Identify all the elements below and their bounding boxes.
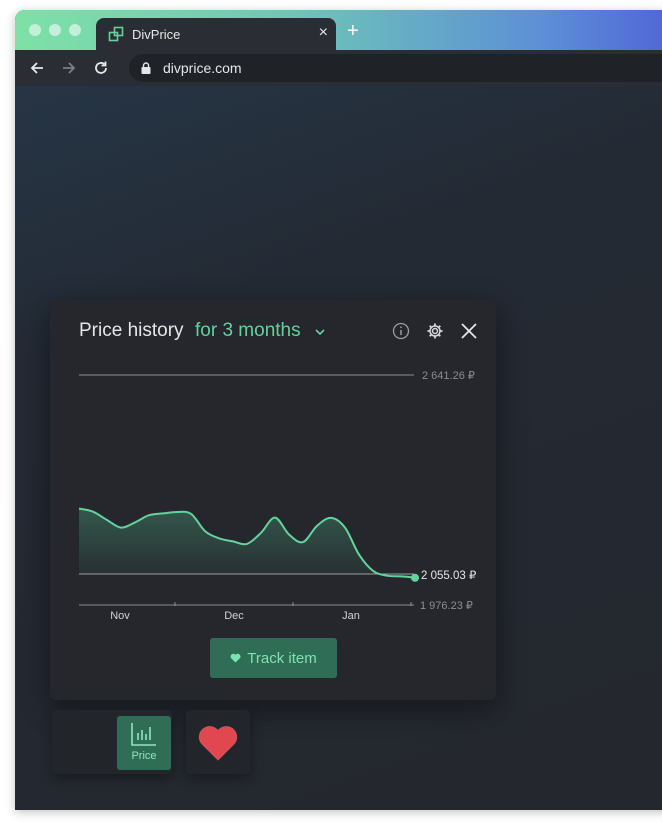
address-bar[interactable]: divprice.com [129, 54, 662, 82]
track-item-button[interactable]: Track item [210, 638, 337, 678]
url-text: divprice.com [163, 60, 242, 76]
reload-icon[interactable] [92, 59, 110, 77]
current-price-label: 2 055.03 ₽ [421, 570, 477, 582]
tab-divprice[interactable]: DivPrice × [96, 18, 336, 50]
bar-chart-icon [131, 723, 156, 746]
price-history-chart: 2 641.26 ₽ 2 055.03 ₽ 1 976.23 ₽ Nov Dec… [78, 370, 477, 622]
favorite-heart-icon[interactable] [197, 724, 239, 762]
maximize-window-dot[interactable] [69, 24, 81, 36]
heart-icon [230, 653, 241, 663]
max-price-label: 2 641.26 ₽ [422, 370, 475, 382]
x-label-jan: Jan [342, 610, 360, 622]
tab-title: DivPrice [132, 27, 181, 42]
price-tab-label: Price [131, 750, 157, 762]
x-label-dec: Dec [224, 610, 244, 622]
track-item-label: Track item [247, 649, 317, 667]
price-tab-button[interactable]: Price [117, 716, 171, 770]
min-price-label: 1 976.23 ₽ [420, 600, 473, 612]
close-window-dot[interactable] [29, 24, 41, 36]
tab-bar: DivPrice × + [15, 10, 662, 50]
price-history-panel: Price history for 3 months 2 641.26 ₽ 2 … [50, 300, 496, 700]
new-tab-button[interactable]: + [347, 21, 359, 41]
minimize-window-dot[interactable] [49, 24, 61, 36]
back-arrow-icon[interactable] [28, 59, 46, 77]
divprice-logo-icon [108, 26, 124, 42]
x-label-nov: Nov [110, 610, 130, 622]
current-price-dot [411, 573, 419, 582]
lock-icon [141, 62, 151, 74]
forward-arrow-icon[interactable] [60, 59, 78, 77]
close-tab-icon[interactable]: × [319, 24, 328, 42]
browser-toolbar: divprice.com [15, 50, 662, 86]
